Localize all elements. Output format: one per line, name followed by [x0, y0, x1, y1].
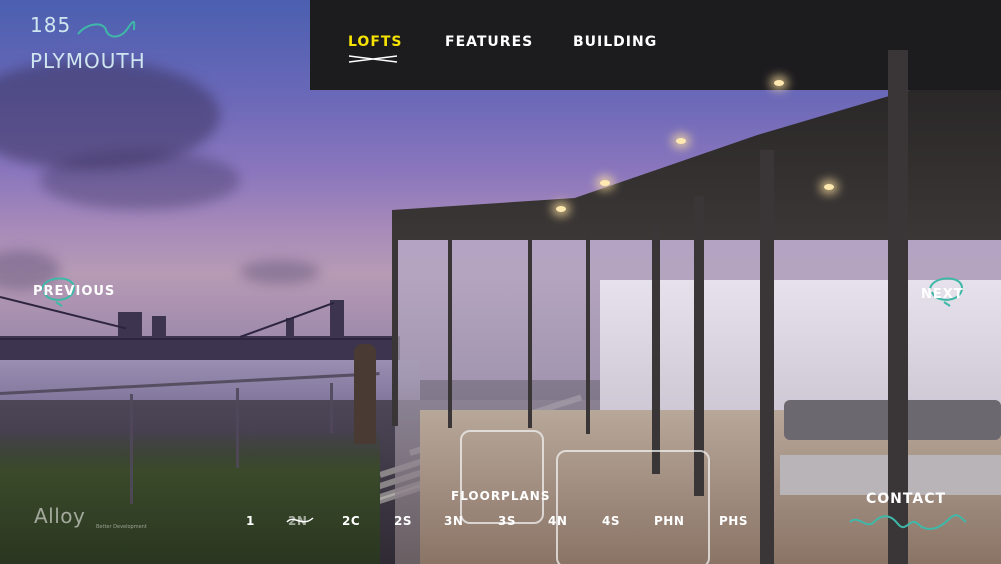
floorplan-unit[interactable]: 2C: [342, 514, 360, 528]
mullion: [392, 236, 398, 426]
floorplan-unit[interactable]: PHN: [654, 514, 684, 528]
main-nav: LOFTS FEATURES BUILDING: [310, 0, 690, 80]
person-on-terrace: [354, 344, 376, 444]
tower: [152, 316, 166, 352]
mullion: [760, 150, 774, 564]
site-logo[interactable]: 185 PLYMOUTH: [30, 13, 145, 80]
bridge-tower: [286, 318, 294, 348]
floorplan-list: 1 2N 2C 2S 3N 3S 4N 4S PHN PHS: [240, 514, 760, 534]
ceiling-light: [600, 180, 610, 186]
cloud: [240, 260, 320, 284]
hero-rendering: [0, 0, 1001, 564]
logo-name: PLYMOUTH: [30, 49, 146, 73]
logo-number: 185: [30, 13, 72, 37]
railing-post: [130, 394, 133, 504]
floorplans-heading: FLOORPLANS: [451, 489, 551, 503]
nav-building[interactable]: BUILDING: [573, 34, 657, 50]
sold-strike-icon: [286, 517, 314, 523]
previous-label[interactable]: PREVIOUS: [33, 284, 115, 299]
floorplan-unit[interactable]: 4N: [548, 514, 567, 528]
ceiling-light: [676, 138, 686, 144]
floorplan-unit[interactable]: 1: [246, 514, 255, 528]
mullion: [448, 238, 452, 428]
floorplan-unit[interactable]: 3S: [498, 514, 516, 528]
bridge-deck: [0, 338, 400, 340]
contact-link[interactable]: CONTACT: [866, 491, 946, 507]
ceiling-light: [774, 80, 784, 86]
nav-features[interactable]: FEATURES: [445, 34, 533, 50]
floorplan-unit[interactable]: PHS: [719, 514, 748, 528]
patio-chair: [556, 450, 710, 564]
mullion: [652, 224, 660, 474]
developer-tagline: Better Development: [96, 524, 147, 530]
nav-lofts[interactable]: LOFTS: [348, 34, 403, 50]
ceiling-light: [824, 184, 834, 190]
railing-post: [236, 388, 239, 468]
mullion: [888, 50, 908, 564]
wave-underline-icon: [849, 514, 967, 530]
railing-post: [330, 383, 333, 433]
patio-chair: [460, 430, 544, 524]
logo-swirl-icon: [77, 20, 136, 38]
active-underline-icon: [348, 55, 398, 63]
cloud: [40, 150, 240, 210]
floorplan-unit[interactable]: 2S: [394, 514, 412, 528]
next-label[interactable]: NEXT: [921, 287, 964, 302]
bridge-tower: [330, 300, 344, 350]
planted-grass: [0, 430, 380, 564]
floorplan-unit-sold: 2N: [286, 514, 314, 528]
mullion: [528, 238, 532, 428]
ceiling-light: [556, 206, 566, 212]
developer-logo[interactable]: Alloy: [34, 504, 85, 528]
floorplan-unit[interactable]: 4S: [602, 514, 620, 528]
mullion: [586, 234, 590, 434]
floorplan-unit[interactable]: 3N: [444, 514, 463, 528]
tower: [118, 312, 142, 352]
